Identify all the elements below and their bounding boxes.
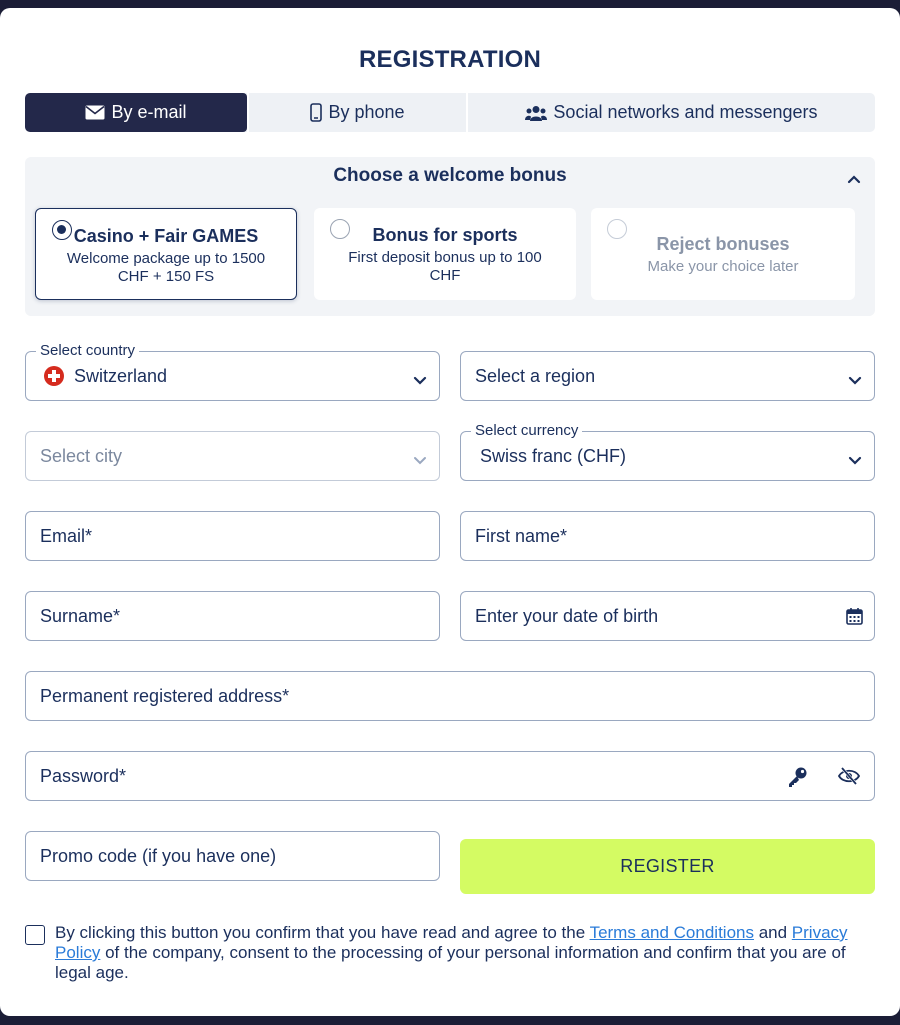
registration-modal: REGISTRATION By e-mail By phone Social n… [0,8,900,1016]
country-select-value: Switzerland [74,365,168,386]
terms-and-conditions-link[interactable]: Terms and Conditions [590,923,754,942]
envelope-icon [85,105,105,120]
first-name-field[interactable]: First name* [460,511,875,561]
password-field[interactable]: Password* [25,751,875,801]
key-icon[interactable] [786,766,808,793]
radio-button[interactable] [330,219,350,239]
bonus-option-name: Bonus for sports [372,225,518,245]
phone-icon [310,103,323,122]
promo-code-field[interactable]: Promo code (if you have one) [25,831,440,881]
bonus-option-sports[interactable]: Bonus for sports First deposit bonus up … [314,208,576,300]
bonus-option-description: Welcome package up to 1500 CHF + 150 FS [66,250,266,285]
register-button[interactable]: REGISTER [460,839,875,894]
bonus-option-casino[interactable]: Casino + Fair GAMES Welcome package up t… [35,208,297,300]
chevron-up-icon[interactable] [847,171,861,189]
address-field-placeholder: Permanent registered address* [40,685,290,706]
agreement-text-part: and [753,923,792,942]
first-name-field-placeholder: First name* [475,525,568,546]
bonus-option-description: First deposit bonus up to 100 CHF [348,249,542,284]
bonus-option-name: Reject bonuses [656,234,790,254]
chevron-down-icon [413,450,427,471]
welcome-bonus-panel: Choose a welcome bonus Casino + Fair GAM… [25,157,875,316]
bonus-option-reject[interactable]: Reject bonuses Make your choice later [591,208,855,300]
date-of-birth-field[interactable]: Enter your date of birth [460,591,875,641]
eye-slash-icon[interactable] [837,767,861,790]
currency-select-label: Select currency [471,422,583,439]
region-select[interactable]: Select a region [460,351,875,401]
city-select-placeholder: Select city [40,445,123,466]
agreement-text-part: By clicking this button you confirm that… [55,923,590,942]
tab-by-phone[interactable]: By phone [247,93,466,132]
bonus-option-name: Casino + Fair GAMES [73,226,259,246]
currency-select-value: Swiss franc (CHF) [480,445,627,466]
radio-button[interactable] [607,219,627,239]
surname-field[interactable]: Surname* [25,591,440,641]
tab-label: By e-mail [111,102,187,122]
chevron-down-icon [413,370,427,391]
terms-agreement-text: By clicking this button you confirm that… [55,923,880,983]
registration-tabs: By e-mail By phone Social networks and m… [25,93,875,132]
promo-code-placeholder: Promo code (if you have one) [40,845,277,866]
terms-checkbox[interactable] [25,925,45,945]
city-select[interactable]: Select city [25,431,440,481]
address-field[interactable]: Permanent registered address* [25,671,875,721]
page-title: REGISTRATION [359,46,541,73]
tab-label: Social networks and messengers [553,102,818,122]
radio-button[interactable] [52,220,72,240]
region-select-placeholder: Select a region [475,365,596,386]
email-field[interactable]: Email* [25,511,440,561]
welcome-bonus-heading: Choose a welcome bonus [333,165,567,186]
password-field-placeholder: Password* [40,765,127,786]
users-icon [525,105,548,121]
bonus-option-description: Make your choice later [647,258,799,275]
swiss-flag-icon [44,366,64,386]
email-field-placeholder: Email* [40,525,93,546]
tab-by-email[interactable]: By e-mail [25,93,247,132]
chevron-down-icon [848,450,862,471]
calendar-icon[interactable] [846,607,863,630]
country-select-label: Select country [36,342,140,359]
agreement-text-part: of the company, consent to the processin… [55,943,846,982]
date-of-birth-placeholder: Enter your date of birth [475,605,659,626]
currency-select[interactable]: Select currency Swiss franc (CHF) [460,422,875,481]
chevron-down-icon [848,370,862,391]
tab-social-networks[interactable]: Social networks and messengers [466,93,875,132]
surname-field-placeholder: Surname* [40,605,121,626]
country-select[interactable]: Select country Switzerland [25,342,440,401]
tab-label: By phone [328,102,405,122]
